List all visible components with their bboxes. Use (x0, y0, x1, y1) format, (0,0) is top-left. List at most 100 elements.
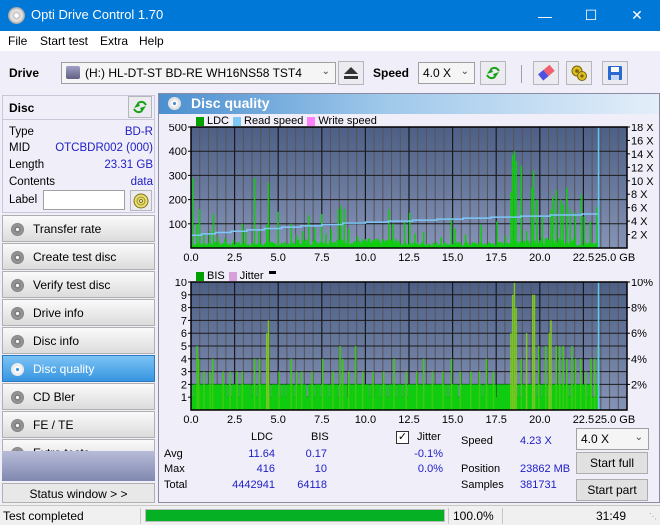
data-spike (277, 211, 279, 248)
x-tick-label: 10.0 (355, 252, 376, 264)
data-spike (559, 199, 562, 248)
erase-icon (538, 64, 555, 81)
settings-button[interactable] (566, 61, 592, 85)
data-spike (245, 229, 247, 248)
x-tick-label: 7.5 (314, 414, 329, 424)
y2-tick-label: 14 X (631, 149, 654, 161)
nav-verify-test-disc[interactable]: Verify test disc (2, 271, 155, 298)
data-spike (593, 358, 596, 410)
nav-create-test-disc[interactable]: Create test disc (2, 243, 155, 270)
drive-select[interactable]: (H:) HL-DT-ST BD-RE WH16NS58 TST4 ⌄ (61, 62, 336, 84)
data-spike (332, 371, 334, 410)
start-part-button[interactable]: Start part (576, 479, 648, 501)
x-tick-label: 15.0 (442, 414, 463, 424)
status-bar: Test completed 100.0% 31:49 ⋱ (0, 505, 660, 525)
data-spike (361, 371, 364, 410)
disc-mid-label: MID (9, 142, 31, 154)
data-spike (356, 235, 359, 248)
nav-cd-bler[interactable]: CD Bler (2, 383, 155, 410)
data-spike (525, 231, 528, 248)
disc-label-label: Label (9, 194, 38, 206)
stats-total-ldc: 4442941 (232, 479, 275, 491)
data-spike (580, 194, 583, 248)
data-spike (203, 371, 205, 410)
disc-refresh-button[interactable] (128, 96, 152, 118)
erase-button[interactable] (533, 61, 559, 85)
data-spike (241, 371, 244, 410)
menu-start-test[interactable]: Start test (40, 34, 88, 48)
status-window-button[interactable]: Status window > > (2, 483, 155, 503)
samples-label: Samples (461, 479, 504, 491)
data-spike (565, 358, 568, 410)
data-spike (513, 151, 516, 248)
data-spike (531, 187, 533, 248)
title-bar: Opti Drive Control 1.70 — ☐ ✕ (0, 0, 660, 31)
y-tick-label: 500 (169, 124, 187, 134)
stats-avg-label: Avg (164, 448, 183, 460)
disc-quality-icon (168, 97, 181, 110)
disc-icon (11, 223, 24, 236)
nav-label: Drive info (33, 306, 84, 320)
data-spike (325, 233, 327, 248)
data-spike (320, 214, 323, 248)
jitter-checkbox[interactable]: ✓ (396, 431, 409, 444)
speed-select[interactable]: 4.0 X ⌄ (418, 62, 475, 84)
data-spike (555, 189, 557, 248)
nav-fe-te[interactable]: FE / TE (2, 411, 155, 438)
x-tick-label: 25.0 GB (595, 252, 635, 264)
disc-mid-value: OTCBDR002 (000) (55, 142, 153, 154)
data-spike (232, 239, 235, 248)
chevron-down-icon: ⌄ (460, 66, 469, 77)
nav-disc-info[interactable]: Disc info (2, 327, 155, 354)
eject-button[interactable] (338, 61, 364, 85)
nav-transfer-rate[interactable]: Transfer rate (2, 215, 155, 242)
data-spike (196, 346, 198, 410)
settings-icon (571, 65, 587, 81)
test-speed-select[interactable]: 4.0 X ⌄ (576, 428, 649, 450)
data-spike (321, 358, 324, 410)
toolbar: Drive (H:) HL-DT-ST BD-RE WH16NS58 TST4 … (0, 51, 660, 93)
disc-icon (11, 279, 24, 292)
x-tick-label: 12.5 (398, 252, 419, 264)
data-spike (565, 187, 568, 248)
data-spike (339, 346, 341, 410)
disc-length-value: 23.31 GB (104, 159, 153, 171)
data-spike (536, 199, 538, 248)
x-tick-label: 17.5 (485, 252, 506, 264)
menu-help[interactable]: Help (139, 34, 164, 48)
menu-extra[interactable]: Extra (100, 34, 128, 48)
nav-disc-quality[interactable]: Disc quality (2, 355, 155, 382)
minimize-button[interactable]: — (522, 0, 568, 31)
resize-grip-icon[interactable]: ⋱ (649, 512, 657, 521)
nav-label: CD Bler (33, 390, 76, 404)
start-full-button[interactable]: Start full (576, 452, 648, 474)
disc-label-input[interactable] (43, 190, 125, 210)
data-spike (571, 346, 573, 410)
data-spike (229, 371, 231, 410)
disc-label-button[interactable] (130, 190, 152, 211)
data-spike (422, 358, 425, 410)
close-button[interactable]: ✕ (614, 0, 660, 31)
eject-icon (344, 67, 358, 79)
disc-contents-label: Contents (9, 176, 56, 188)
x-tick-label: 10.0 (355, 414, 376, 424)
data-spike (295, 234, 298, 248)
refresh-button[interactable] (480, 61, 506, 85)
data-spike (513, 282, 516, 410)
data-spike (409, 212, 411, 248)
maximize-button[interactable]: ☐ (568, 0, 614, 31)
stats-col-ldc: LDC (251, 431, 274, 443)
data-spike (538, 346, 540, 410)
data-spike (510, 192, 512, 248)
data-spike (393, 358, 395, 410)
data-spike (197, 358, 200, 410)
nav-drive-info[interactable]: Drive info (2, 299, 155, 326)
menu-file[interactable]: File (8, 34, 27, 48)
data-spike (480, 225, 483, 248)
y2-tick-label: 12 X (631, 162, 654, 174)
data-spike (552, 197, 554, 248)
data-spike (300, 371, 303, 410)
y2-tick-label: 16 X (631, 135, 654, 147)
save-button[interactable] (602, 61, 628, 85)
data-spike (511, 294, 514, 410)
